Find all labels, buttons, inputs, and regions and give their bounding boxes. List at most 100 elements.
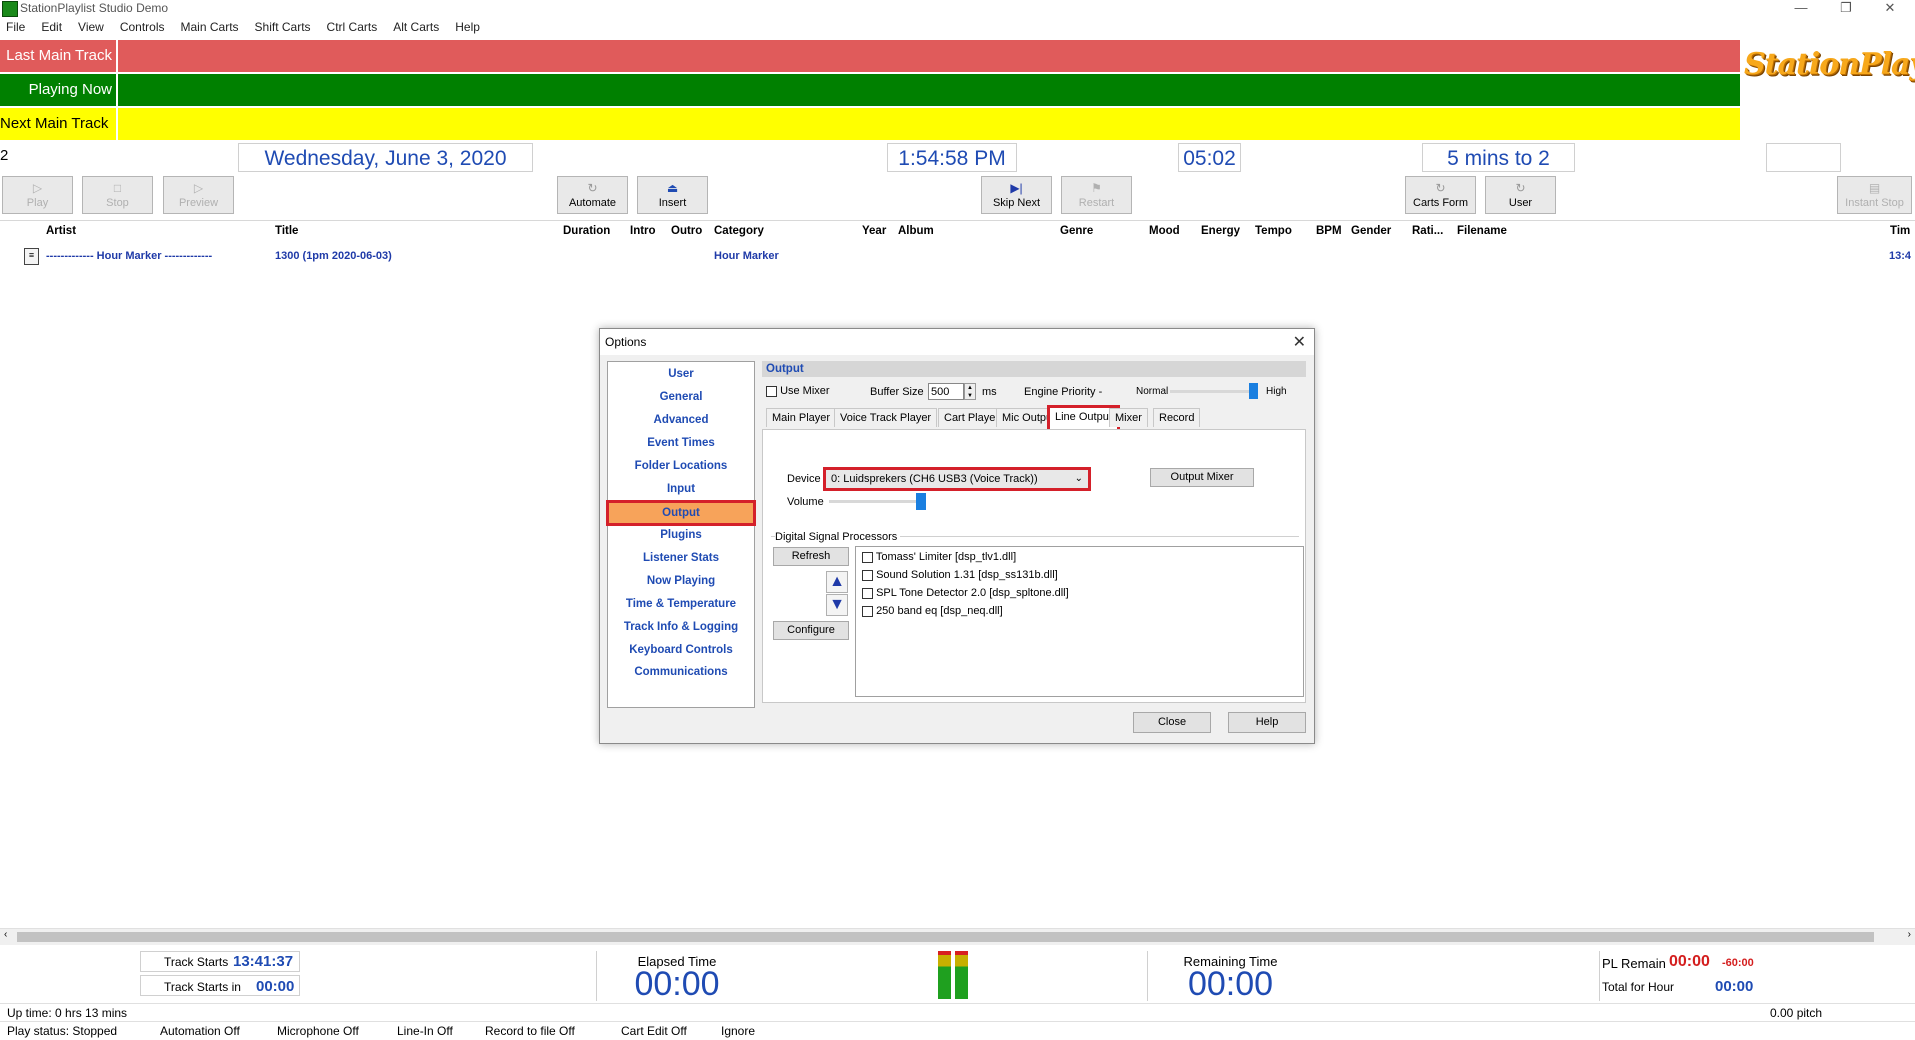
col-bpm[interactable]: BPM [1316,225,1342,237]
use-mixer-checkbox[interactable] [766,385,777,397]
play-button[interactable]: ▷ Play [2,176,73,214]
col-energy[interactable]: Energy [1201,225,1240,237]
menu-help[interactable]: Help [455,20,480,34]
menu-file[interactable]: File [6,20,25,34]
dsp-item[interactable]: Tomass' Limiter [dsp_tlv1.dll] [862,551,1016,563]
menu-view[interactable]: View [78,20,104,34]
nav-keyboard-controls[interactable]: Keyboard Controls [608,644,754,656]
output-mixer-button[interactable]: Output Mixer [1150,468,1254,487]
col-title[interactable]: Title [275,225,298,237]
col-rating[interactable]: Rati... [1412,225,1443,237]
stop-button[interactable]: □ Stop [82,176,153,214]
volume-slider[interactable] [916,493,926,510]
dsp-checkbox[interactable] [862,605,873,617]
instant-stop-button[interactable]: ▤ Instant Stop [1837,176,1912,214]
menu-controls[interactable]: Controls [120,20,165,34]
line-in-status[interactable]: Line-In Off [397,1024,453,1038]
dsp-checkbox[interactable] [862,551,873,563]
minimize-button[interactable]: — [1781,0,1821,17]
close-button[interactable]: Close [1133,712,1211,733]
dsp-checkbox[interactable] [862,569,873,581]
tab-cart-player[interactable]: Cart Player [938,408,1006,427]
insert-button[interactable]: ⏏ Insert [637,176,708,214]
close-window-button[interactable]: ✕ [1870,0,1910,17]
col-album[interactable]: Album [898,225,934,237]
configure-button[interactable]: Configure [773,621,849,640]
tab-voice-track-player[interactable]: Voice Track Player [834,408,938,427]
buffer-size-spinner[interactable]: ▲ ▼ [964,383,976,400]
cart-edit-status[interactable]: Cart Edit Off [621,1024,687,1038]
col-time[interactable]: Tim [1890,225,1910,237]
dsp-item[interactable]: Sound Solution 1.31 [dsp_ss131b.dll] [862,569,1058,581]
ms-label: ms [982,386,997,398]
ignore-status[interactable]: Ignore [721,1024,755,1038]
restore-button[interactable]: ❐ [1826,0,1866,17]
col-year[interactable]: Year [862,225,886,237]
nav-folder-locations[interactable]: Folder Locations [608,460,754,472]
carts-form-button[interactable]: ↻ Carts Form [1405,176,1476,214]
skip-next-button[interactable]: ▶| Skip Next [981,176,1052,214]
track-artist[interactable]: ------------- Hour Marker ------------- [46,250,212,262]
col-filename[interactable]: Filename [1457,225,1507,237]
col-mood[interactable]: Mood [1149,225,1180,237]
track-time[interactable]: 13:4 [1889,250,1911,262]
scrollbar-thumb[interactable] [17,932,1874,942]
dsp-item[interactable]: 250 band eq [dsp_neq.dll] [862,605,1003,617]
track-category[interactable]: Hour Marker [714,250,779,262]
col-artist[interactable]: Artist [46,225,76,237]
nav-now-playing[interactable]: Now Playing [608,575,754,587]
menu-ctrl-carts[interactable]: Ctrl Carts [327,20,378,34]
nav-track-info-logging[interactable]: Track Info & Logging [608,621,754,633]
next-main-track-bar [118,108,1740,140]
restart-button[interactable]: ⚑ Restart [1061,176,1132,214]
nav-plugins[interactable]: Plugins [608,529,754,541]
preview-button[interactable]: ▷ Preview [163,176,234,214]
nav-time-temperature[interactable]: Time & Temperature [608,598,754,610]
buffer-size-input[interactable]: 500 [928,383,964,400]
nav-communications[interactable]: Communications [608,666,754,678]
record-status[interactable]: Record to file Off [485,1024,575,1038]
refresh-button[interactable]: Refresh [773,547,849,566]
scroll-right-icon[interactable]: › [1908,929,1911,940]
close-icon[interactable]: ✕ [1293,332,1306,352]
device-dropdown[interactable]: 0: Luidsprekers (CH6 USB3 (Voice Track))… [823,467,1091,491]
col-duration[interactable]: Duration [563,225,610,237]
engine-priority-slider[interactable] [1249,383,1258,399]
dsp-title: Digital Signal Processors [775,531,901,543]
nav-general[interactable]: General [608,391,754,403]
col-category[interactable]: Category [714,225,764,237]
status-strip-top: Up time: 0 hrs 13 mins 0.00 pitch [0,1003,1915,1022]
playlist-horizontal-scrollbar[interactable]: ‹ › [0,928,1915,945]
tab-main-player[interactable]: Main Player [766,408,837,427]
track-title[interactable]: 1300 (1pm 2020-06-03) [275,250,392,262]
dsp-checkbox[interactable] [862,587,873,599]
use-mixer-option[interactable]: Use Mixer [766,385,830,397]
col-intro[interactable]: Intro [630,225,656,237]
menu-edit[interactable]: Edit [41,20,62,34]
col-tempo[interactable]: Tempo [1255,225,1292,237]
options-dialog: Options ✕ User General Advanced Event Ti… [599,328,1315,744]
nav-listener-stats[interactable]: Listener Stats [608,552,754,564]
menu-shift-carts[interactable]: Shift Carts [255,20,311,34]
nav-user[interactable]: User [608,368,754,380]
col-outro[interactable]: Outro [671,225,702,237]
menu-alt-carts[interactable]: Alt Carts [393,20,439,34]
nav-input[interactable]: Input [608,483,754,495]
move-down-icon[interactable]: ▼ [826,594,848,616]
col-gender[interactable]: Gender [1351,225,1391,237]
automation-status[interactable]: Automation Off [160,1024,240,1038]
help-button[interactable]: Help [1228,712,1306,733]
tab-record[interactable]: Record [1153,408,1201,427]
user-button[interactable]: ↻ User [1485,176,1556,214]
move-up-icon[interactable]: ▲ [826,571,848,593]
dsp-item[interactable]: SPL Tone Detector 2.0 [dsp_spltone.dll] [862,587,1069,599]
col-genre[interactable]: Genre [1060,225,1093,237]
nav-event-times[interactable]: Event Times [608,437,754,449]
microphone-status[interactable]: Microphone Off [277,1024,359,1038]
automate-button[interactable]: ↻ Automate [557,176,628,214]
menu-main-carts[interactable]: Main Carts [181,20,239,34]
nav-output[interactable]: Output [606,500,756,526]
scroll-left-icon[interactable]: ‹ [4,929,7,940]
nav-advanced[interactable]: Advanced [608,414,754,426]
tab-mixer[interactable]: Mixer [1109,408,1148,427]
